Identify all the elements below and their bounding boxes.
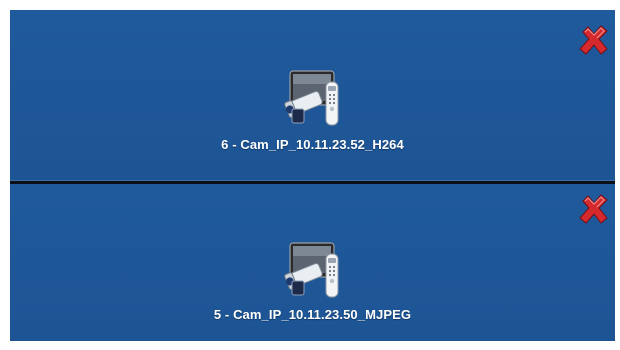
camera-panel: 5 - Cam_IP_10.11.23.50_MJPEG [10,184,615,341]
camera-label: 6 - Cam_IP_10.11.23.52_H264 [221,137,404,152]
camera-panel: 6 - Cam_IP_10.11.23.52_H264 [10,10,615,180]
close-icon[interactable] [577,23,611,57]
camera-label: 5 - Cam_IP_10.11.23.50_MJPEG [213,307,412,322]
camera-list: 6 - Cam_IP_10.11.23.52_H264 5 - Cam_IP_1… [10,10,615,341]
ip-camera-icon[interactable] [284,68,344,128]
close-icon[interactable] [577,192,611,226]
ip-camera-icon[interactable] [284,240,344,300]
